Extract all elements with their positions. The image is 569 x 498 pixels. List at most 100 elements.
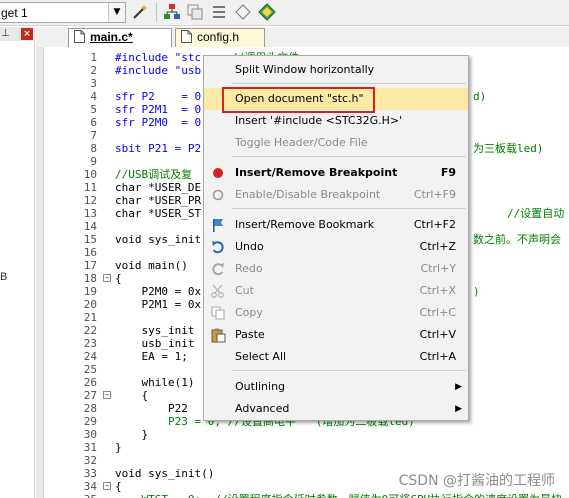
code-text: P22 (115, 402, 188, 415)
menu-item-undo[interactable]: Undo Ctrl+Z (204, 236, 468, 258)
code-text: char *USER_ST (115, 207, 202, 220)
menu-separator (232, 208, 466, 209)
menu-item-toggle-header-code-file[interactable]: Toggle Header/Code File (204, 132, 468, 154)
highlight-callout-box (222, 87, 375, 113)
dropdown-arrow-icon[interactable]: ▼ (108, 3, 125, 22)
copy-stack-icon[interactable] (186, 3, 204, 21)
code-text: #include "usb (115, 64, 202, 77)
code-text: P2M0 = 0x (115, 285, 202, 298)
editor-gutter[interactable] (36, 47, 44, 498)
menu-item-insert-remove-bookmark[interactable]: Insert/Remove Bookmark Ctrl+F2 (204, 214, 468, 236)
close-icon[interactable]: × (21, 28, 33, 40)
line-number: 15 (83, 233, 97, 246)
code-line[interactable]: 30 } (45, 428, 569, 441)
code-text: P2M1 = 0x (115, 298, 202, 311)
code-line[interactable]: 35 WTST = 0; //设置程序指令延时参数，赋值为0可将CPU执行指令的… (45, 493, 569, 498)
code-text: void sys_init (115, 233, 202, 246)
line-number: 29 (83, 415, 97, 428)
code-text: //USB调试及复 (115, 168, 193, 181)
menu-item-select-all[interactable]: Select All Ctrl+A (204, 346, 468, 368)
line-number: 19 (83, 285, 97, 298)
tab-main-c[interactable]: main.c* (68, 28, 172, 47)
menu-item-label: Paste (235, 328, 265, 341)
line-number: 3 (90, 77, 97, 90)
line-number: 8 (90, 142, 97, 155)
line-number: 30 (83, 428, 97, 441)
code-text: char *USER_PR (115, 194, 202, 207)
line-number: 11 (83, 181, 97, 194)
breakpoint-hollow-circle-icon (210, 187, 226, 203)
scissors-icon (210, 283, 226, 299)
code-text: usb_init (115, 337, 195, 350)
line-number: 21 (83, 311, 97, 324)
settings-tree-icon[interactable] (163, 3, 181, 21)
fold-toggle-icon[interactable]: − (103, 391, 111, 399)
line-number: 4 (90, 90, 97, 103)
code-text: { (115, 480, 122, 493)
line-number: 27 (83, 389, 97, 402)
fold-toggle-icon[interactable]: − (103, 482, 111, 490)
menu-item-paste[interactable]: Paste Ctrl+V (204, 324, 468, 346)
environment-icon[interactable] (258, 3, 276, 21)
code-text: sbit P21 = P2 (115, 142, 202, 155)
manage-icon[interactable] (210, 3, 228, 21)
line-number: 18 (83, 272, 97, 285)
project-pane: ⊥ × B (0, 27, 35, 498)
code-text: } (115, 441, 122, 454)
code-text: WTST = 0; //设置程序指令延时参数，赋值为0可将CPU执行指令的速度设… (115, 493, 562, 498)
menu-item-outlining[interactable]: Outlining ▶ (204, 376, 468, 398)
code-line[interactable]: 31} (45, 441, 569, 454)
code-text: #include "stc (115, 51, 202, 64)
undo-arrow-icon (210, 239, 226, 255)
menu-item-shortcut: Ctrl+X (419, 284, 456, 297)
tab-label: config.h (197, 30, 240, 44)
line-number: 35 (45, 493, 97, 498)
packs-icon[interactable] (234, 3, 252, 21)
tab-config-h[interactable]: config.h (175, 28, 265, 47)
menu-item-label: Select All (235, 350, 287, 363)
menu-item-shortcut: Ctrl+C (419, 306, 456, 319)
code-text: EA = 1; (115, 350, 188, 363)
line-number: 10 (83, 168, 97, 181)
menu-item-label: Copy (235, 306, 263, 319)
editor-tabstrip: main.c* config.h (36, 27, 569, 47)
menu-item-redo[interactable]: Redo Ctrl+Y (204, 258, 468, 280)
c-file-icon (74, 30, 85, 43)
pin-icon[interactable]: ⊥ (1, 27, 10, 41)
menu-item-copy[interactable]: Copy Ctrl+C (204, 302, 468, 324)
menu-item-label: Advanced (235, 402, 290, 415)
code-text: { (115, 389, 149, 402)
line-number: 5 (90, 103, 97, 116)
redo-arrow-icon (210, 261, 226, 277)
line-number: 9 (90, 155, 97, 168)
menu-item-shortcut: Ctrl+F9 (413, 188, 456, 201)
line-number: 13 (83, 207, 97, 220)
menu-item-cut[interactable]: Cut Ctrl+X (204, 280, 468, 302)
code-line[interactable]: 32 (45, 454, 569, 467)
line-number: 22 (83, 324, 97, 337)
toolbar-separator (156, 3, 157, 22)
menu-item-insert-remove-breakpoint[interactable]: Insert/Remove Breakpoint F9 (204, 162, 468, 184)
line-number: 31 (83, 441, 97, 454)
menu-separator (232, 156, 466, 157)
menu-item-advanced[interactable]: Advanced ▶ (204, 398, 468, 420)
code-text: while(1) (115, 376, 195, 389)
fold-toggle-icon[interactable]: − (103, 274, 111, 282)
menu-item-label: Redo (235, 262, 263, 275)
submenu-arrow-icon: ▶ (455, 404, 462, 414)
pane-text-fragment: B (0, 271, 8, 283)
line-number: 1 (90, 51, 97, 64)
code-text: char *USER_DE (115, 181, 202, 194)
menu-item-insert-include-stc32g-h[interactable]: Insert '#include <STC32G.H>' (204, 110, 468, 132)
menu-item-label: Insert/Remove Bookmark (235, 218, 375, 231)
menu-item-split-window-horizontally[interactable]: Split Window horizontally (204, 59, 468, 81)
copy-pages-icon (210, 305, 226, 321)
magic-wand-icon[interactable] (131, 3, 149, 21)
line-number: 33 (83, 467, 97, 480)
menu-item-enable-disable-breakpoint[interactable]: Enable/Disable Breakpoint Ctrl+F9 (204, 184, 468, 206)
line-number: 17 (83, 259, 97, 272)
target-select[interactable]: get 1 ▼ (0, 2, 126, 23)
line-number: 7 (90, 129, 97, 142)
project-pane-header: ⊥ × (0, 27, 35, 41)
menu-item-shortcut: Ctrl+Z (419, 240, 456, 253)
